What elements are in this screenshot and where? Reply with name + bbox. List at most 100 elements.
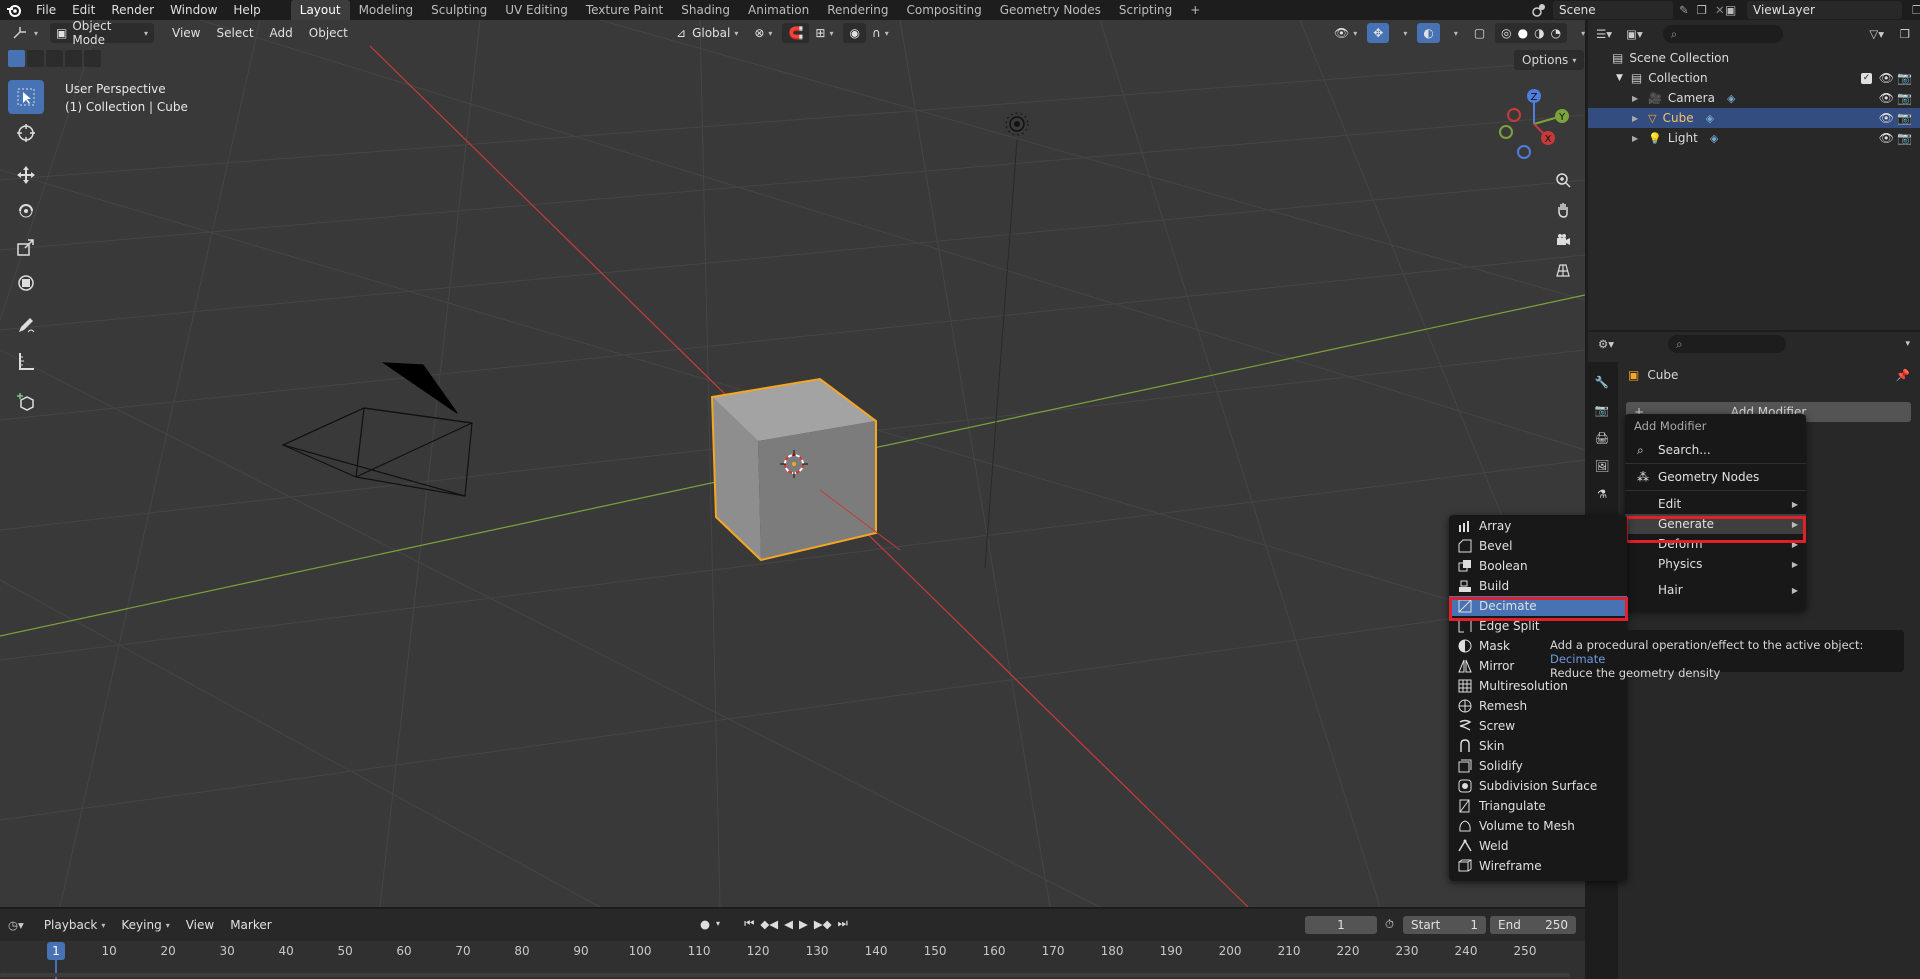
shading-dropdown[interactable]: ▾ <box>1571 23 1585 43</box>
overlay-dropdown[interactable]: ▾ <box>1444 23 1464 43</box>
collapse-arrow-icon[interactable]: ▼ <box>1616 73 1623 83</box>
visibility-eye-icon[interactable]: 👁 <box>1879 131 1894 145</box>
pin-icon[interactable]: ✎ <box>1679 3 1689 17</box>
visibility-eye-icon[interactable]: 👁 <box>1879 71 1894 85</box>
snap-target-button[interactable]: ⊞ ▾ <box>809 23 839 43</box>
prev-keyframe-icon[interactable]: ◆◀ <box>760 917 778 931</box>
generate-item-remesh[interactable]: Remesh <box>1449 696 1627 716</box>
generate-item-screw[interactable]: Screw <box>1449 716 1627 736</box>
cursor-tool[interactable] <box>8 116 44 150</box>
generate-item-boolean[interactable]: Boolean <box>1449 556 1627 576</box>
orientation-dropdown[interactable]: ⊿ Global ▾ <box>670 23 744 43</box>
tab-layout[interactable]: Layout <box>290 0 350 20</box>
render-tab-icon[interactable]: 📷 <box>1588 396 1616 424</box>
properties-editor-icon[interactable]: ⚙▾ <box>1598 337 1614 351</box>
tab-rendering[interactable]: Rendering <box>818 0 897 20</box>
properties-options-icon[interactable]: ▾ <box>1905 339 1910 349</box>
generate-item-triangulate[interactable]: Triangulate <box>1449 796 1627 816</box>
gizmo-neg-x[interactable] <box>1507 108 1521 122</box>
generate-item-solidify[interactable]: Solidify <box>1449 756 1627 776</box>
select-box-tool[interactable] <box>8 80 44 114</box>
properties-search-field[interactable]: ⌕ <box>1668 335 1787 353</box>
collection-row[interactable]: ▼ ▤ Collection ✓ 👁 📷 <box>1588 68 1920 88</box>
select-invert-icon[interactable] <box>65 50 82 67</box>
timeline-editor-icon[interactable]: ◷▾ <box>8 918 24 932</box>
select-new-icon[interactable] <box>8 50 25 67</box>
gizmo-neg-z[interactable] <box>1517 145 1531 159</box>
render-camera-icon[interactable]: 📷 <box>1897 131 1912 145</box>
falloff-button[interactable]: ∩ ▾ <box>866 23 895 43</box>
menu-window[interactable]: Window <box>162 0 225 20</box>
select-intersect-icon[interactable] <box>84 50 101 67</box>
select-subtract-icon[interactable] <box>46 50 63 67</box>
tab-modeling[interactable]: Modeling <box>350 0 423 20</box>
proportional-edit-toggle[interactable]: ◉ <box>843 23 866 43</box>
transform-tool[interactable] <box>8 266 44 300</box>
expand-arrow-icon[interactable]: ▶ <box>1632 94 1638 103</box>
menu-item-geometry-nodes[interactable]: ⁂ Geometry Nodes <box>1625 467 1806 487</box>
generate-item-weld[interactable]: Weld <box>1449 836 1627 856</box>
blender-logo-icon[interactable] <box>0 3 28 17</box>
tab-scripting[interactable]: Scripting <box>1110 0 1181 20</box>
pin-object-icon[interactable]: 📌 <box>1896 368 1910 382</box>
output-tab-icon[interactable]: 🖨 <box>1588 424 1616 452</box>
timeline-ruler[interactable]: 1 10 20 30 40 50 60 70 80 90 100 110 120 130 140 150 160… <box>0 941 1585 979</box>
camera-view-icon[interactable] <box>1548 225 1578 255</box>
timeline-menu-marker[interactable]: Marker <box>222 918 279 932</box>
play-reverse-icon[interactable]: ◀ <box>784 917 793 931</box>
light-data-icon[interactable]: ◈ <box>1710 132 1718 145</box>
timeline-menu-keying[interactable]: Keying ▾ <box>113 918 177 932</box>
generate-item-skin[interactable]: Skin <box>1449 736 1627 756</box>
end-frame-field[interactable]: End 250 <box>1490 916 1576 934</box>
view-layer-icon[interactable]: ▣ <box>1725 3 1747 17</box>
menu-help[interactable]: Help <box>225 0 268 20</box>
timeline-scrollbar[interactable] <box>0 973 1570 977</box>
new-view-layer-icon[interactable]: ❐ <box>1912 3 1920 17</box>
visibility-icon[interactable]: 👁 ▾ <box>1328 23 1363 43</box>
outliner-item-light[interactable]: ▶ 💡 Light ◈ 👁 📷 <box>1588 128 1920 148</box>
mesh-data-icon[interactable]: ◈ <box>1706 112 1714 125</box>
next-keyframe-icon[interactable]: ▶◆ <box>814 917 832 931</box>
zoom-icon[interactable] <box>1548 165 1578 195</box>
delete-scene-icon[interactable]: ✕ <box>1715 3 1725 17</box>
xray-toggle-icon[interactable]: ▢ <box>1468 23 1491 43</box>
overlay-toggle-icon[interactable]: ◐ <box>1417 23 1440 43</box>
scale-tool[interactable] <box>8 230 44 264</box>
editor-type-button[interactable]: ▾ <box>6 23 44 43</box>
jump-end-icon[interactable]: ⏭ <box>838 916 848 931</box>
3d-viewport[interactable]: ▾ ▣ Object Mode ▾ View Select Add Object ⊿ … <box>0 20 1585 907</box>
solid-shading-icon[interactable]: ● <box>1518 26 1528 40</box>
visibility-eye-icon[interactable]: 👁 <box>1879 111 1894 125</box>
menu-item-physics[interactable]: Physics ▶ <box>1625 554 1806 574</box>
visibility-eye-icon[interactable]: 👁 <box>1879 91 1894 105</box>
timeline-menu-playback[interactable]: Playback ▾ <box>36 918 114 932</box>
gizmo-toggle-icon[interactable]: ✥ <box>1367 23 1390 43</box>
generate-item-array[interactable]: Array <box>1449 516 1627 536</box>
display-mode-icon[interactable]: ▣▾ <box>1626 27 1643 41</box>
generate-item-wireframe[interactable]: Wireframe <box>1449 856 1627 876</box>
view-layer-selector[interactable]: ViewLayer <box>1747 1 1902 19</box>
menu-render[interactable]: Render <box>103 0 162 20</box>
menu-item-edit[interactable]: Edit ▶ <box>1625 494 1806 514</box>
tab-shading[interactable]: Shading <box>672 0 739 20</box>
render-camera-icon[interactable]: 📷 <box>1897 91 1912 105</box>
scene-tab-icon[interactable]: ⚗ <box>1588 480 1616 508</box>
camera-data-icon[interactable]: ◈ <box>1727 92 1735 105</box>
tab-compositing[interactable]: Compositing <box>897 0 990 20</box>
menu-item-hair[interactable]: Hair ▶ <box>1625 580 1806 600</box>
wireframe-shading-icon[interactable]: ◎ <box>1501 26 1511 40</box>
ortho-toggle-icon[interactable] <box>1548 255 1578 285</box>
rendered-shading-icon[interactable]: ◔ <box>1551 26 1561 40</box>
generate-item-build[interactable]: Build <box>1449 576 1627 596</box>
viewport-menu-view[interactable]: View <box>164 26 208 40</box>
rotate-tool[interactable] <box>8 194 44 228</box>
start-frame-field[interactable]: Start 1 <box>1403 916 1486 934</box>
stopwatch-icon[interactable]: ⏱ <box>1385 917 1394 932</box>
menu-edit[interactable]: Edit <box>64 0 103 20</box>
select-extend-icon[interactable] <box>27 50 44 67</box>
view-layer-tab-icon[interactable]: 🖼 <box>1588 452 1616 480</box>
viewport-menu-add[interactable]: Add <box>262 26 301 40</box>
gizmo-neg-y[interactable] <box>1499 125 1513 139</box>
material-shading-icon[interactable]: ◑ <box>1534 26 1544 40</box>
expand-arrow-icon[interactable]: ▶ <box>1632 134 1638 143</box>
